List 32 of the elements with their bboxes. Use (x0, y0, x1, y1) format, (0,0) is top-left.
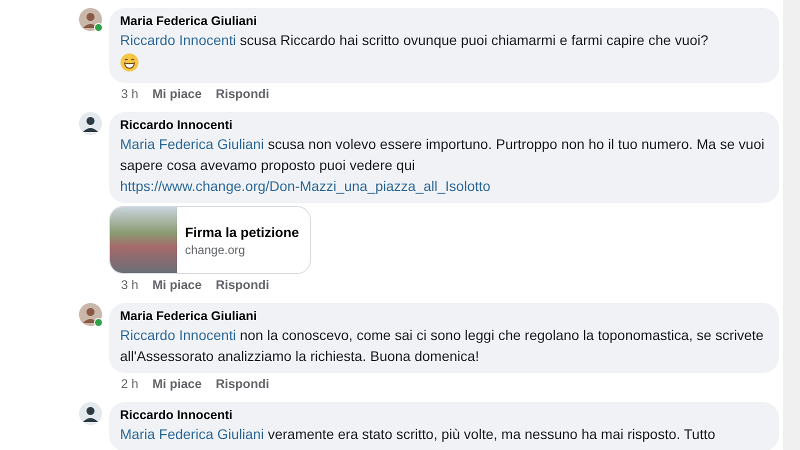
mention-link[interactable]: Maria Federica Giuliani (120, 426, 264, 442)
author-name[interactable]: Riccardo Innocenti (120, 117, 233, 134)
link-preview-card[interactable]: Firma la petizione change.org (109, 206, 311, 274)
reply-link[interactable]: Rispondi (216, 277, 270, 293)
online-status-dot (94, 23, 103, 32)
avatar-icon[interactable] (79, 112, 102, 135)
reply-link[interactable]: Rispondi (216, 376, 270, 392)
online-status-dot (94, 318, 103, 327)
author-name[interactable]: Riccardo Innocenti (120, 407, 233, 424)
like-link[interactable]: Mi piace (152, 277, 202, 293)
avatar-icon[interactable] (79, 402, 102, 425)
reply-link[interactable]: Rispondi (216, 86, 270, 102)
timestamp: 3 h (121, 86, 138, 102)
comment-text: Riccardo Innocenti non la conoscevo, come sai ci sono leggi che regolano la toponomastica, se scrivete all'Assessorato analizziamo la richiesta. Buona domenica! (120, 326, 765, 366)
mention-link[interactable]: Riccardo Innocenti (120, 32, 236, 48)
mention-link[interactable]: Riccardo Innocenti (120, 327, 236, 343)
mention-link[interactable]: Maria Federica Giuliani (120, 136, 264, 152)
url-link[interactable]: https://www.change.org/Don-Mazzi_una_piazza_all_Isolotto (120, 178, 490, 194)
timestamp: 3 h (121, 277, 138, 293)
like-link[interactable]: Mi piace (152, 376, 202, 392)
like-link[interactable]: Mi piace (152, 86, 202, 102)
author-name[interactable]: Maria Federica Giuliani (120, 308, 257, 325)
comment-text: Maria Federica Giuliani veramente era stato scritto, più volte, ma nessuno ha mai risposto. Tutto (120, 425, 716, 444)
comment-text: Riccardo Innocenti scusa Riccardo hai scritto ovunque puoi chiamarmi e farmi capire che vuoi? (120, 31, 708, 50)
avatar-icon[interactable] (79, 8, 102, 31)
author-name[interactable]: Maria Federica Giuliani (120, 13, 257, 30)
avatar-icon[interactable] (79, 303, 102, 326)
preview-title: Firma la petizione (185, 224, 300, 242)
timestamp: 2 h (121, 376, 138, 392)
comment-text: Maria Federica Giuliani scusa non volevo essere importuno. Purtroppo non ho il tuo numero. Ma se vuoi sapere cosa avevamo proposto puoi vedere qui https://www.change.org/Don-Mazzi_una_piazza_all_Isolotto (120, 135, 766, 196)
photo-placeholder (110, 207, 177, 273)
preview-domain: change.org (185, 242, 246, 258)
